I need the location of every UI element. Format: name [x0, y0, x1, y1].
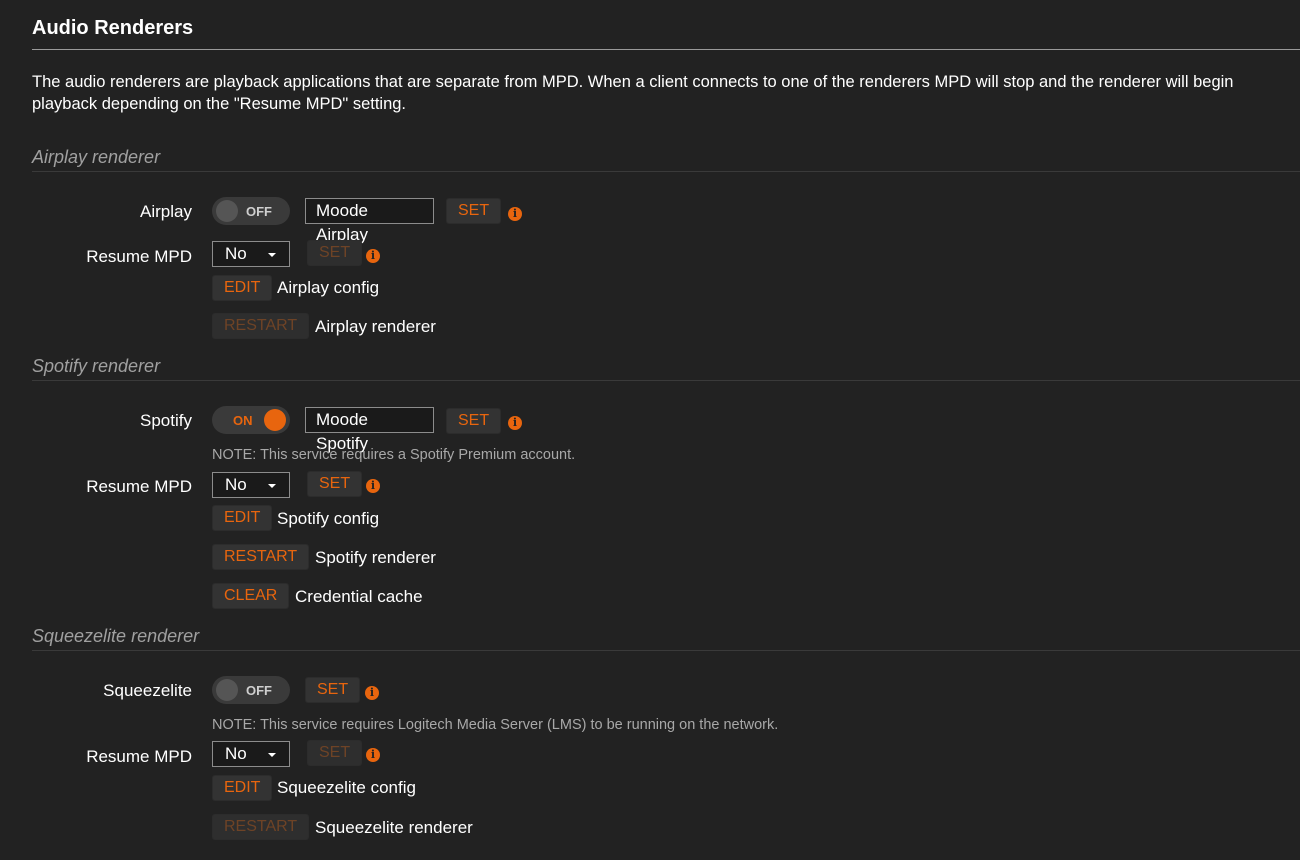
chevron-down-icon — [268, 484, 276, 488]
spotify-set-button[interactable]: SET — [446, 408, 502, 434]
info-icon[interactable]: i — [508, 416, 522, 430]
squeezelite-restart-text: Squeezelite renderer — [315, 818, 473, 837]
info-icon[interactable]: i — [366, 748, 380, 762]
info-icon[interactable]: i — [366, 249, 380, 263]
squeezelite-section-divider — [32, 650, 1300, 651]
airplay-name-input[interactable]: Moode Airplay — [305, 198, 434, 244]
audio-renderers-page: Audio Renderers The audio renderers are … — [0, 0, 1300, 860]
intro-line-2: playback depending on the "Resume MPD" s… — [32, 95, 407, 113]
airplay-restart-text: Airplay renderer — [315, 317, 436, 336]
spotify-toggle[interactable]: ON — [212, 406, 290, 434]
airplay-resume-label: Resume MPD — [86, 247, 192, 266]
spotify-edit-button[interactable]: EDIT — [212, 505, 273, 531]
toggle-knob — [216, 679, 238, 701]
page-title: Audio Renderers — [32, 17, 194, 39]
spotify-edit-text: Spotify config — [277, 509, 380, 528]
spotify-resume-label: Resume MPD — [86, 477, 192, 496]
squeezelite-resume-select[interactable]: No — [212, 741, 290, 767]
airplay-set-button[interactable]: SET — [446, 198, 502, 224]
airplay-resume-set-button[interactable]: SET — [307, 240, 363, 266]
airplay-resume-select[interactable]: No — [212, 241, 290, 267]
squeezelite-resume-set-button[interactable]: SET — [307, 740, 363, 766]
toggle-knob — [216, 200, 238, 222]
spotify-section-divider — [32, 380, 1300, 381]
squeezelite-label: Squeezelite — [103, 681, 192, 700]
spotify-restart-text: Spotify renderer — [315, 548, 436, 567]
spotify-note: NOTE: This service requires a Spotify Pr… — [212, 447, 576, 463]
select-value: No — [225, 744, 247, 763]
toggle-state-label: OFF — [246, 683, 272, 698]
select-value: No — [225, 244, 247, 263]
squeezelite-note: NOTE: This service requires Logitech Med… — [212, 717, 779, 733]
spotify-clear-text: Credential cache — [295, 587, 423, 606]
intro-text: The audio renderers are playback applica… — [32, 71, 1233, 115]
spotify-section-title: Spotify renderer — [32, 356, 161, 376]
spotify-resume-set-button[interactable]: SET — [307, 471, 363, 497]
spotify-label: Spotify — [140, 411, 192, 430]
select-value: No — [225, 475, 247, 494]
info-icon[interactable]: i — [366, 479, 380, 493]
title-divider — [32, 49, 1300, 50]
spotify-name-input[interactable]: Moode Spotify — [305, 407, 434, 453]
airplay-edit-button[interactable]: EDIT — [212, 275, 273, 301]
chevron-down-icon — [268, 253, 276, 257]
squeezelite-set-button[interactable]: SET — [305, 677, 361, 703]
toggle-state-label: ON — [233, 413, 253, 428]
airplay-section-title: Airplay renderer — [32, 147, 161, 167]
spotify-clear-button[interactable]: CLEAR — [212, 583, 290, 609]
airplay-section-divider — [32, 171, 1300, 172]
spotify-resume-select[interactable]: No — [212, 472, 290, 498]
spotify-restart-button[interactable]: RESTART — [212, 544, 310, 570]
squeezelite-resume-label: Resume MPD — [86, 747, 192, 766]
info-icon[interactable]: i — [508, 207, 522, 221]
toggle-state-label: OFF — [246, 204, 272, 219]
squeezelite-restart-button[interactable]: RESTART — [212, 814, 310, 840]
airplay-toggle[interactable]: OFF — [212, 197, 290, 225]
squeezelite-toggle[interactable]: OFF — [212, 676, 290, 704]
squeezelite-edit-button[interactable]: EDIT — [212, 775, 273, 801]
airplay-label: Airplay — [140, 202, 192, 221]
airplay-restart-button[interactable]: RESTART — [212, 313, 310, 339]
intro-line-1: The audio renderers are playback applica… — [32, 73, 1234, 91]
airplay-edit-text: Airplay config — [277, 278, 380, 297]
squeezelite-section-title: Squeezelite renderer — [32, 626, 200, 646]
chevron-down-icon — [268, 753, 276, 757]
squeezelite-edit-text: Squeezelite config — [277, 778, 416, 797]
info-icon[interactable]: i — [365, 686, 379, 700]
toggle-knob — [264, 409, 286, 431]
